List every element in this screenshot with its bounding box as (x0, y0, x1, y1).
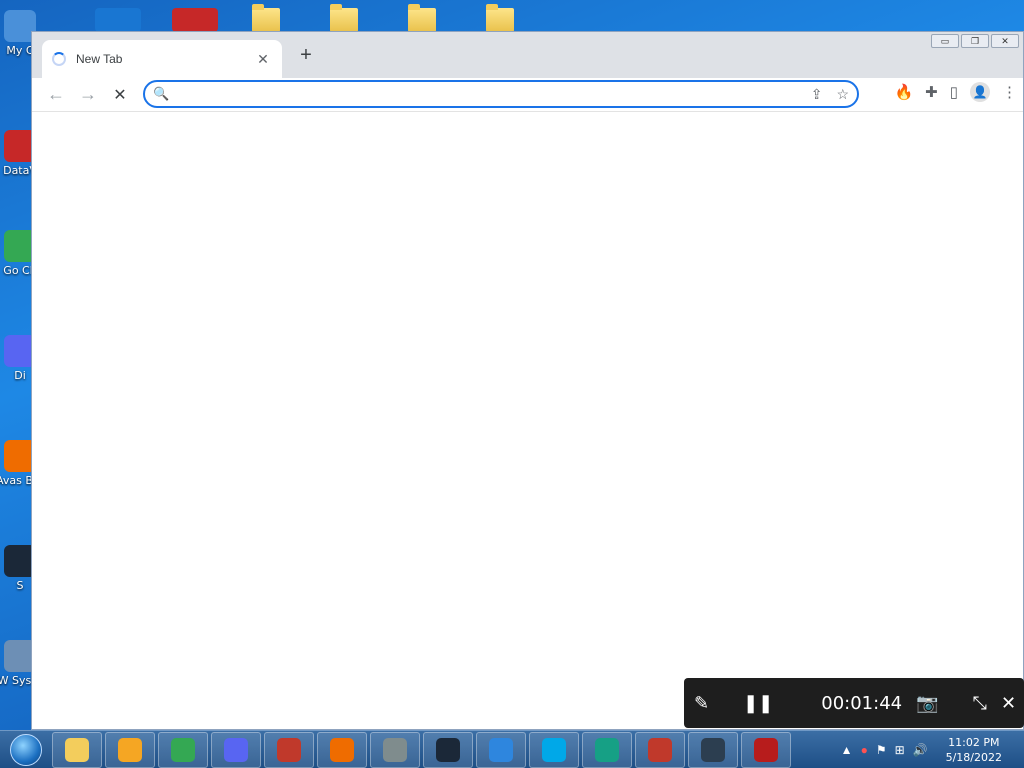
folder-icon[interactable] (408, 4, 436, 32)
screen-recorder-bar: ✎ ❚❚ 00:01:44 📷 ⤡ ✕ (684, 678, 1024, 728)
bookmark-star-icon[interactable]: ☆ (836, 86, 849, 103)
taskbar-app-steam[interactable] (423, 731, 473, 768)
tool-icon (383, 737, 407, 762)
pause-button[interactable]: ❚❚ (743, 693, 773, 714)
new-tab-button[interactable]: + (294, 44, 318, 67)
taskbar-app-gear-red[interactable] (635, 731, 685, 768)
clock-time: 11:02 PM (948, 736, 1000, 749)
folder-icon[interactable] (252, 4, 280, 32)
tab-title: New Tab (76, 52, 123, 66)
taskbar: ▲ ● ⚑ ⊞ 🔊 11:02 PM 5/18/2022 (0, 730, 1024, 768)
address-input[interactable] (177, 86, 811, 102)
java-icon (277, 737, 301, 762)
windows-logo-icon (10, 733, 42, 766)
menu-kebab-icon[interactable]: ⋮ (1002, 83, 1017, 101)
profile-avatar-icon[interactable]: 👤 (970, 82, 990, 102)
pen-annotate-icon[interactable]: ✎ (694, 693, 709, 714)
avast-icon (330, 737, 354, 762)
browser-window: New Tab ✕ + ▭ ❐ ✕ ← → ✕ 🔍 ⇪ ☆ 🔥 ✚ ▯ 👤 ⋮ (31, 31, 1024, 730)
back-button[interactable]: ← (40, 81, 72, 109)
folder-icon[interactable] (330, 4, 358, 32)
extension-fire-icon[interactable]: 🔥 (894, 83, 913, 101)
clock[interactable]: 11:02 PM 5/18/2022 (946, 735, 1002, 765)
recording-timer: 00:01:44 (821, 692, 903, 714)
explorer-icon (65, 737, 89, 762)
taskbar-app-tool[interactable] (370, 731, 420, 768)
volume-icon[interactable]: 🔊 (913, 743, 928, 757)
extensions-puzzle-icon[interactable]: ✚ (925, 83, 938, 101)
taskbar-app-discord[interactable] (211, 731, 261, 768)
loading-spinner-icon (52, 52, 66, 66)
recorder-app-icon[interactable] (172, 8, 218, 32)
chrome-icon (171, 737, 195, 762)
taskbar-app-explorer[interactable] (52, 731, 102, 768)
discord-icon (224, 737, 248, 762)
security-icon[interactable]: ● (861, 743, 868, 757)
maximize-button[interactable]: ❐ (961, 34, 989, 48)
gear-red-icon (648, 737, 672, 762)
tab-strip: New Tab ✕ + ▭ ❐ ✕ (32, 32, 1023, 78)
side-panel-icon[interactable]: ▯ (950, 83, 958, 101)
taskbar-app-filezilla[interactable] (741, 731, 791, 768)
taskbar-app-avast[interactable] (317, 731, 367, 768)
minimize-button[interactable]: ▭ (931, 34, 959, 48)
folder-icon[interactable] (486, 4, 514, 32)
monitor-icon (701, 737, 725, 762)
address-bar[interactable]: 🔍 ⇪ ☆ (143, 80, 859, 108)
app-icon[interactable] (95, 8, 141, 32)
tab-close-icon[interactable]: ✕ (254, 51, 272, 68)
close-recorder-icon[interactable]: ✕ (1001, 693, 1016, 714)
taskbar-app-monitor[interactable] (688, 731, 738, 768)
browser-toolbar: ← → ✕ 🔍 ⇪ ☆ 🔥 ✚ ▯ 👤 ⋮ (32, 78, 1023, 112)
toolbar-actions: 🔥 ✚ ▯ 👤 ⋮ (894, 82, 1017, 102)
shield-icon (489, 737, 513, 762)
taskbar-app-shield[interactable] (476, 731, 526, 768)
flag-icon[interactable]: ⚑ (876, 743, 887, 757)
collapse-icon[interactable]: ⤡ (973, 693, 987, 714)
start-button[interactable] (0, 731, 52, 768)
screenshot-camera-icon[interactable]: 📷 (916, 693, 938, 714)
filezilla-icon (754, 737, 778, 762)
taskbar-app-java[interactable] (264, 731, 314, 768)
clock-date: 5/18/2022 (945, 751, 1002, 764)
taskbar-app-wave[interactable] (529, 731, 579, 768)
taskbar-app-media[interactable] (105, 731, 155, 768)
stop-loading-button[interactable]: ✕ (104, 81, 136, 109)
window-controls: ▭ ❐ ✕ (931, 34, 1019, 48)
system-tray: ▲ ● ⚑ ⊞ 🔊 11:02 PM 5/18/2022 (841, 731, 1024, 768)
media-icon (118, 737, 142, 762)
wave-icon (542, 737, 566, 762)
steam-icon (436, 737, 460, 762)
search-icon: 🔍 (153, 86, 170, 101)
share-icon[interactable]: ⇪ (811, 86, 823, 103)
show-hidden-icons-icon[interactable]: ▲ (841, 743, 853, 757)
tab-new-tab[interactable]: New Tab ✕ (42, 40, 282, 78)
page-content (32, 112, 1023, 728)
taskbar-app-chrome[interactable] (158, 731, 208, 768)
arrow-icon (595, 737, 619, 762)
taskbar-apps (52, 731, 794, 768)
taskbar-app-arrow[interactable] (582, 731, 632, 768)
network-icon[interactable]: ⊞ (895, 743, 905, 757)
close-window-button[interactable]: ✕ (991, 34, 1019, 48)
forward-button[interactable]: → (72, 81, 104, 109)
